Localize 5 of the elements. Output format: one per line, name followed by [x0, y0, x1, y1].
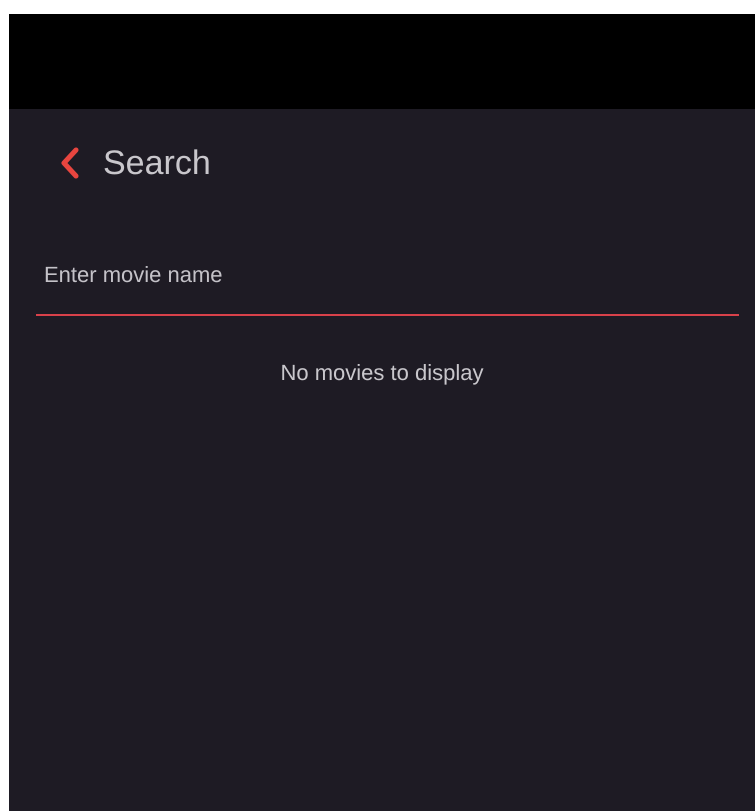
empty-message: No movies to display [280, 360, 484, 386]
search-field[interactable]: Enter movie name [36, 262, 739, 316]
page-title: Search [103, 144, 211, 182]
back-icon [59, 147, 81, 179]
back-button[interactable] [59, 147, 81, 179]
